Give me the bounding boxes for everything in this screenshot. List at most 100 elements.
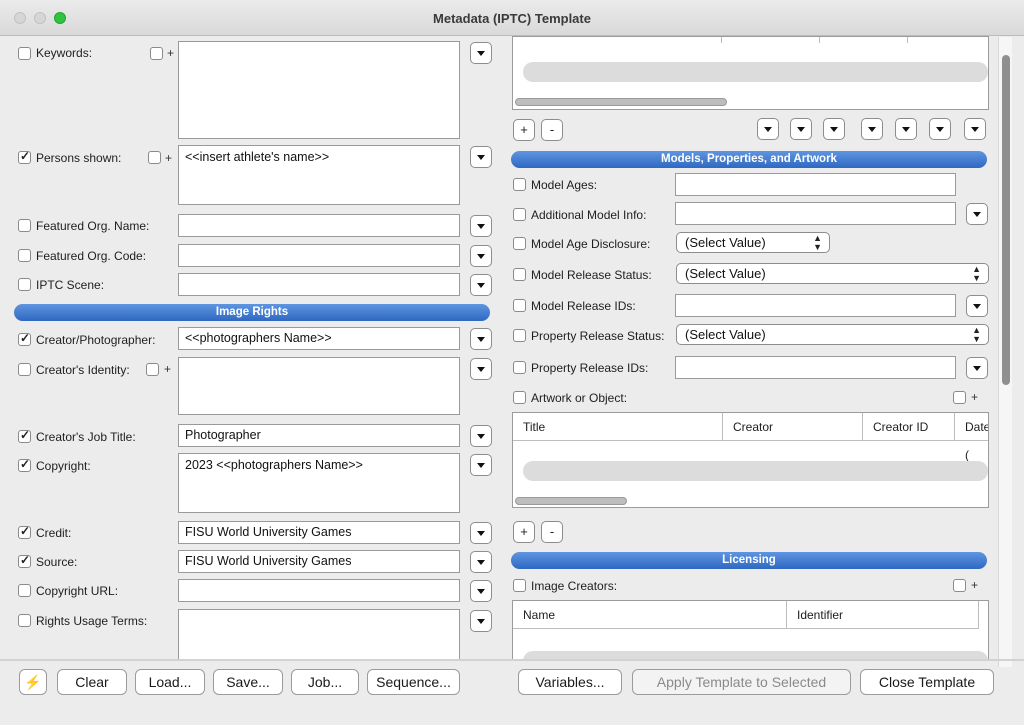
image-creators-checkbox[interactable] (513, 579, 526, 592)
additional-model-info-field[interactable] (675, 202, 956, 225)
model-ages-checkbox[interactable] (513, 178, 526, 191)
close-template-button[interactable]: Close Template (860, 669, 994, 695)
featured-org-name-field[interactable] (178, 214, 460, 237)
top-dropdown-6-button[interactable] (929, 118, 951, 140)
model-age-disclosure-select[interactable]: (Select Value) ▲ ▼ (676, 232, 830, 253)
variables-button[interactable]: Variables... (518, 669, 622, 695)
model-release-ids-field[interactable] (675, 294, 956, 317)
creator-job-title-dropdown-button[interactable] (470, 425, 492, 447)
rights-usage-terms-field[interactable] (178, 609, 460, 661)
top-dropdown-1-button[interactable] (757, 118, 779, 140)
image-creators-table[interactable]: Name Identifier (512, 600, 989, 661)
model-age-disclosure-label: Model Age Disclosure: (531, 237, 651, 251)
top-dropdown-4-button[interactable] (861, 118, 883, 140)
featured-org-code-dropdown-button[interactable] (470, 245, 492, 267)
artwork-horizontal-scrollbar[interactable] (515, 497, 627, 505)
job-button[interactable]: Job... (291, 669, 359, 695)
top-dropdown-2-button[interactable] (790, 118, 812, 140)
model-release-status-select[interactable]: (Select Value) ▲ ▼ (676, 263, 989, 284)
artwork-column-date[interactable]: Date ( (955, 413, 988, 462)
property-release-status-select[interactable]: (Select Value) ▲ ▼ (676, 324, 989, 345)
model-release-status-checkbox[interactable] (513, 268, 526, 281)
artwork-column-creator[interactable]: Creator (723, 413, 863, 441)
creator-photographer-dropdown-button[interactable] (470, 328, 492, 350)
source-checkbox[interactable] (18, 553, 31, 568)
iptc-scene-field[interactable] (178, 273, 460, 296)
artwork-remove-button[interactable]: - (541, 521, 563, 543)
iptc-scene-checkbox[interactable] (18, 278, 31, 291)
vertical-scroll-thumb[interactable] (1002, 55, 1010, 385)
artwork-or-object-checkbox[interactable] (513, 391, 526, 404)
top-dropdown-3-button[interactable] (823, 118, 845, 140)
creator-photographer-field[interactable]: <<photographers Name>> (178, 327, 460, 350)
sequence-button[interactable]: Sequence... (367, 669, 460, 695)
top-table-horizontal-scrollbar[interactable] (515, 98, 727, 106)
rights-usage-terms-dropdown-button[interactable] (470, 610, 492, 632)
creator-job-title-field[interactable]: Photographer (178, 424, 460, 447)
copyright-url-checkbox[interactable] (18, 584, 31, 597)
clear-button[interactable]: Clear (57, 669, 127, 695)
artwork-table[interactable]: Title Creator Creator ID Date ( (512, 412, 989, 508)
credit-label: Credit: (36, 526, 72, 540)
additional-model-info-checkbox[interactable] (513, 208, 526, 221)
model-ages-field[interactable] (675, 173, 956, 196)
persons-shown-field[interactable]: <<insert athlete's name>> (178, 145, 460, 205)
property-release-ids-field[interactable] (675, 356, 956, 379)
keywords-field[interactable] (178, 41, 460, 139)
copyright-checkbox[interactable] (18, 457, 31, 472)
keywords-checkbox[interactable] (18, 47, 31, 60)
top-dropdown-7-button[interactable] (964, 118, 986, 140)
rights-usage-terms-checkbox[interactable] (18, 614, 31, 627)
property-release-ids-checkbox[interactable] (513, 361, 526, 374)
apply-template-button[interactable]: Apply Template to Selected (632, 669, 851, 695)
featured-org-code-field[interactable] (178, 244, 460, 267)
creator-identity-field[interactable] (178, 357, 460, 415)
keywords-dropdown-button[interactable] (470, 42, 492, 64)
model-release-ids-dropdown-button[interactable] (966, 295, 988, 317)
top-dropdown-5-button[interactable] (895, 118, 917, 140)
image-creators-column-identifier[interactable]: Identifier (787, 601, 979, 629)
creator-identity-dropdown-button[interactable] (470, 358, 492, 380)
right-panel-vertical-scrollbar[interactable] (998, 37, 1012, 667)
image-creators-column-name[interactable]: Name (513, 601, 787, 629)
featured-org-name-checkbox[interactable] (18, 219, 31, 232)
copyright-dropdown-button[interactable] (470, 454, 492, 476)
credit-dropdown-button[interactable] (470, 522, 492, 544)
featured-org-name-dropdown-button[interactable] (470, 215, 492, 237)
persons-shown-append-checkbox[interactable] (148, 151, 161, 164)
persons-shown-dropdown-button[interactable] (470, 146, 492, 168)
lightning-button[interactable]: ⚡ (19, 669, 47, 695)
top-add-button[interactable]: + (513, 119, 535, 141)
creator-identity-checkbox[interactable] (18, 363, 31, 376)
load-button[interactable]: Load... (135, 669, 205, 695)
model-release-ids-checkbox[interactable] (513, 299, 526, 312)
iptc-scene-dropdown-button[interactable] (470, 274, 492, 296)
top-remove-button[interactable]: - (541, 119, 563, 141)
property-release-status-checkbox[interactable] (513, 329, 526, 342)
artwork-append-checkbox[interactable] (953, 391, 966, 404)
creator-identity-append-checkbox[interactable] (146, 363, 159, 376)
artwork-add-button[interactable]: + (513, 521, 535, 543)
featured-org-code-checkbox[interactable] (18, 249, 31, 262)
source-dropdown-button[interactable] (470, 551, 492, 573)
artwork-column-title[interactable]: Title (513, 413, 723, 441)
additional-model-info-dropdown-button[interactable] (966, 203, 988, 225)
keywords-append-checkbox[interactable] (150, 47, 163, 60)
credit-checkbox[interactable] (18, 524, 31, 539)
select-arrows-icon: ▲ ▼ (972, 264, 981, 283)
copyright-field[interactable]: 2023 <<photographers Name>> (178, 453, 460, 513)
artwork-column-creator-id[interactable]: Creator ID (863, 413, 955, 441)
image-creators-append-checkbox[interactable] (953, 579, 966, 592)
creator-photographer-checkbox[interactable] (18, 331, 31, 346)
copyright-label: Copyright: (36, 459, 91, 473)
model-age-disclosure-checkbox[interactable] (513, 237, 526, 250)
copyright-url-dropdown-button[interactable] (470, 580, 492, 602)
creator-job-title-checkbox[interactable] (18, 428, 31, 443)
source-field[interactable]: FISU World University Games (178, 550, 460, 573)
top-table[interactable] (512, 36, 989, 110)
property-release-ids-dropdown-button[interactable] (966, 357, 988, 379)
save-button[interactable]: Save... (213, 669, 283, 695)
credit-field[interactable]: FISU World University Games (178, 521, 460, 544)
copyright-url-field[interactable] (178, 579, 460, 602)
persons-shown-checkbox[interactable] (18, 149, 31, 164)
